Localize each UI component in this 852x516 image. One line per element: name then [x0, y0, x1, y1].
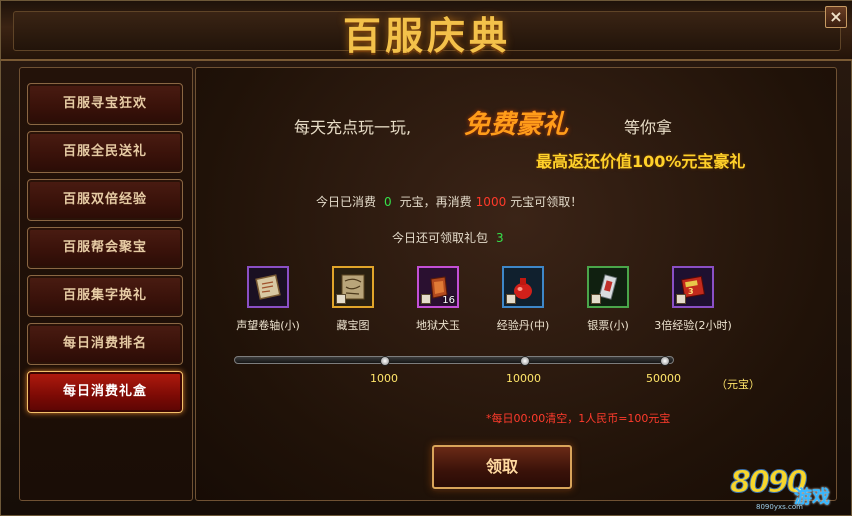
- item-name: 银票(小): [587, 319, 629, 332]
- slogan-highlight: 免费豪礼: [464, 110, 569, 140]
- sidebar: 百服寻宝狂欢 百服全民送礼 百服双倍经验 百服帮会聚宝 百服集字换礼 每日消费排…: [19, 67, 193, 501]
- item-frame: [247, 266, 289, 308]
- slogan-part2: 等你拿: [624, 118, 673, 137]
- gift-label: 今日还可领取礼包: [392, 231, 489, 245]
- sidebar-item-gift-for-all[interactable]: 百服全民送礼: [27, 131, 183, 173]
- close-button[interactable]: ×: [825, 6, 847, 28]
- item-name: 3倍经验(2小时): [654, 319, 732, 332]
- milestone-label: 50000: [646, 372, 681, 385]
- lock-icon: [676, 294, 686, 304]
- progress-bar: [234, 354, 674, 366]
- item-frame: 3: [672, 266, 714, 308]
- sidebar-item-daily-ranking[interactable]: 每日消费排名: [27, 323, 183, 365]
- reset-note: *每日00:00清空，1人民币=100元宝: [486, 412, 671, 425]
- consume-suffix: 元宝可领取！: [510, 195, 583, 209]
- item-name: 经验丹(中): [496, 319, 550, 332]
- reward-item[interactable]: 藏宝图: [308, 266, 398, 333]
- consume-mid: 元宝，再消费: [399, 195, 472, 209]
- lock-icon: [591, 294, 601, 304]
- window-title: 百服庆典: [342, 14, 511, 58]
- milestone-knob: [380, 356, 390, 366]
- item-count: 16: [442, 295, 455, 306]
- needed-value: 1000: [475, 195, 507, 209]
- logo-subtext: 8090yxs.com: [756, 503, 803, 511]
- item-frame: [332, 266, 374, 308]
- gift-count: 3: [496, 231, 504, 245]
- claim-button[interactable]: 领取: [432, 445, 572, 489]
- lock-icon: [336, 294, 346, 304]
- title-bar: 百服庆典 ×: [1, 1, 852, 61]
- consume-status: 今日已消费 0 元宝，再消费 1000 元宝可领取！: [316, 193, 582, 210]
- milestone-knob: [520, 356, 530, 366]
- slogan: 每天充点玩一玩, 免费豪礼 等你拿: [294, 104, 774, 144]
- consume-prefix: 今日已消费: [316, 195, 377, 209]
- main-panel: 每天充点玩一玩, 免费豪礼 等你拿 最高返还价值100%元宝豪礼 今日已消费 0 元…: [195, 67, 837, 501]
- reward-items: 声望卷轴(小) 藏宝图 16 地狱犬玉 经验丹(中) 银票(小) 3 3倍经验(…: [196, 266, 836, 336]
- progress-track: [234, 356, 674, 364]
- sidebar-item-guild-treasure[interactable]: 百服帮会聚宝: [27, 227, 183, 269]
- item-frame: [587, 266, 629, 308]
- lock-icon: [506, 294, 516, 304]
- milestone-label: 1000: [370, 372, 398, 385]
- consumed-value: 0: [384, 195, 392, 209]
- slogan-part1: 每天充点玩一玩,: [294, 118, 412, 137]
- reward-item[interactable]: 3 3倍经验(2小时): [648, 266, 738, 333]
- item-frame: 16: [417, 266, 459, 308]
- lock-icon: [421, 294, 431, 304]
- item-frame: [502, 266, 544, 308]
- sidebar-item-double-exp[interactable]: 百服双倍经验: [27, 179, 183, 221]
- reward-item[interactable]: 16 地狱犬玉: [393, 266, 483, 333]
- item-name: 藏宝图: [336, 319, 370, 332]
- sidebar-item-collect-words[interactable]: 百服集字换礼: [27, 275, 183, 317]
- scroll-icon: [255, 274, 281, 300]
- reward-item[interactable]: 声望卷轴(小): [223, 266, 313, 333]
- item-name: 地狱犬玉: [416, 319, 460, 332]
- unit-label: （元宝）: [716, 378, 760, 391]
- milestone-knob: [660, 356, 670, 366]
- gift-remaining: 今日还可领取礼包 3: [392, 229, 504, 246]
- reward-item[interactable]: 银票(小): [563, 266, 653, 333]
- sidebar-item-daily-giftbox[interactable]: 每日消费礼盒: [27, 371, 183, 413]
- site-logo: 8090 游戏 8090yxs.com: [730, 465, 850, 515]
- event-window: 百服庆典 × 百服寻宝狂欢 百服全民送礼 百服双倍经验 百服帮会聚宝 百服集字换…: [0, 0, 852, 516]
- milestone-label: 10000: [506, 372, 541, 385]
- item-name: 声望卷轴(小): [236, 319, 300, 332]
- reward-item[interactable]: 经验丹(中): [478, 266, 568, 333]
- svg-text:3: 3: [688, 287, 694, 296]
- sidebar-item-treasure-carnival[interactable]: 百服寻宝狂欢: [27, 83, 183, 125]
- headline: 最高返还价值100%元宝豪礼: [536, 152, 746, 171]
